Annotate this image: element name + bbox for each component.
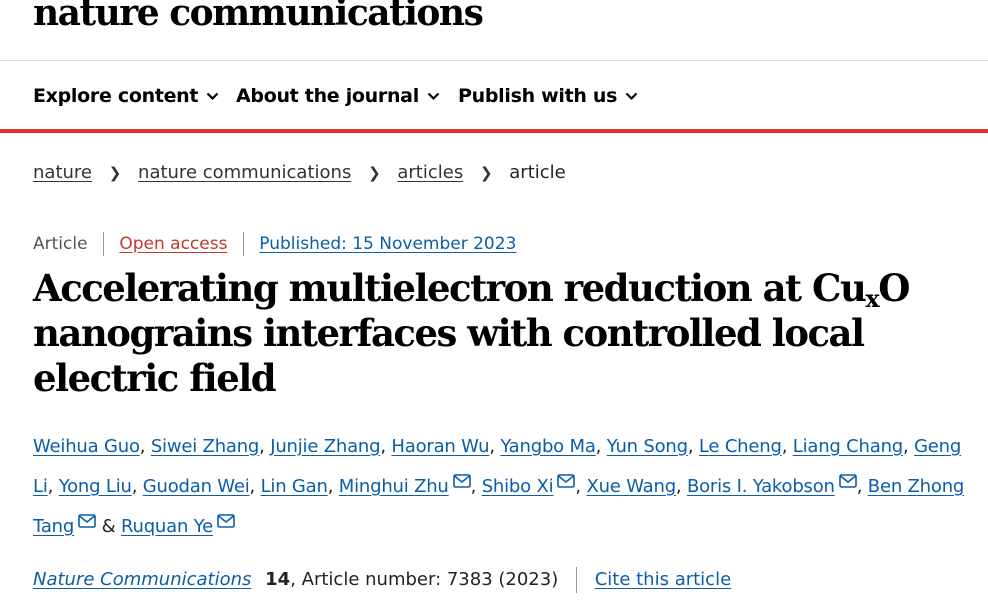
nav-label: About the journal	[236, 85, 419, 107]
nav-label: Publish with us	[458, 85, 618, 107]
author-separator: ,	[903, 436, 915, 457]
chevron-right-icon: ❯	[479, 164, 493, 182]
meta-divider	[242, 232, 244, 256]
nav-label: Explore content	[33, 85, 199, 107]
title-part1: Accelerating multielectron reduction at …	[33, 266, 867, 310]
site-header: nature communications Explore content Ab…	[0, 0, 988, 133]
citation-divider	[575, 567, 577, 593]
author-link[interactable]: Le Cheng	[699, 436, 782, 457]
author-separator: ,	[595, 436, 607, 457]
author-link[interactable]: Lin Gan	[261, 476, 328, 497]
envelope-icon[interactable]	[452, 474, 471, 488]
author-separator: &	[96, 516, 121, 537]
published-date-link[interactable]: Published: 15 November 2023	[259, 234, 516, 254]
author-link[interactable]: Yong Liu	[59, 476, 132, 497]
article-title: Accelerating multielectron reduction at …	[33, 266, 963, 401]
chevron-down-icon	[206, 92, 219, 101]
title-subscript: x	[865, 284, 879, 313]
author-separator: ,	[781, 436, 793, 457]
author-link[interactable]: Haoran Wu	[391, 436, 489, 457]
site-logo[interactable]: nature communications	[33, 0, 484, 34]
envelope-icon[interactable]	[217, 514, 235, 528]
author-separator: ,	[47, 476, 59, 497]
author-link[interactable]: Weihua Guo	[33, 436, 140, 457]
nav-publish-with-us[interactable]: Publish with us	[458, 85, 638, 107]
envelope-icon[interactable]	[838, 474, 857, 488]
breadcrumb-nature-communications[interactable]: nature communications	[138, 162, 351, 183]
envelope-icon[interactable]	[557, 474, 576, 488]
article-type: Article	[33, 234, 88, 254]
article-meta: Article Open access Published: 15 Novemb…	[33, 232, 516, 256]
chevron-right-icon: ❯	[368, 164, 381, 182]
breadcrumb: nature ❯ nature communications ❯ article…	[33, 162, 566, 183]
nav-about-the-journal[interactable]: About the journal	[236, 85, 440, 107]
breadcrumb-articles[interactable]: articles	[397, 162, 463, 183]
author-separator: ,	[489, 436, 501, 457]
author-separator: ,	[249, 476, 261, 497]
author-link[interactable]: Ruquan Ye	[121, 516, 213, 537]
author-separator: ,	[139, 436, 151, 457]
author-link[interactable]: Shibo Xi	[482, 476, 554, 497]
author-link[interactable]: Boris I. Yakobson	[687, 476, 835, 497]
author-link[interactable]: Yangbo Ma	[500, 436, 596, 457]
author-separator: ,	[131, 476, 143, 497]
author-link[interactable]: Yun Song	[607, 436, 688, 457]
author-separator: ,	[687, 436, 699, 457]
main-nav: Explore content About the journal Publis…	[0, 61, 988, 133]
author-link[interactable]: Xue Wang	[586, 476, 676, 497]
breadcrumb-current: article	[509, 162, 566, 183]
volume-number: 14	[265, 569, 291, 590]
article-number: , Article number: 7383 (2023)	[290, 569, 559, 590]
author-separator: ,	[327, 476, 339, 497]
journal-link[interactable]: Nature Communications	[33, 569, 251, 590]
citation-line: Nature Communications 14, Article number…	[33, 567, 731, 593]
author-link[interactable]: Junjie Zhang	[270, 436, 380, 457]
open-access-link[interactable]: Open access	[119, 234, 227, 254]
meta-divider	[102, 232, 104, 256]
author-separator: ,	[259, 436, 271, 457]
chevron-down-icon	[625, 92, 638, 101]
author-separator: ,	[675, 476, 687, 497]
nav-explore-content[interactable]: Explore content	[33, 85, 219, 107]
logo-bar: nature communications	[0, 0, 988, 61]
author-separator: ,	[470, 476, 482, 497]
author-link[interactable]: Minghui Zhu	[339, 476, 449, 497]
author-link[interactable]: Guodan Wei	[143, 476, 250, 497]
chevron-right-icon: ❯	[108, 164, 122, 182]
author-separator: ,	[380, 436, 392, 457]
breadcrumb-nature[interactable]: nature	[33, 162, 92, 183]
author-separator: ,	[856, 476, 868, 497]
chevron-down-icon	[427, 92, 440, 101]
author-list: Weihua Guo, Siwei Zhang, Junjie Zhang, H…	[33, 427, 978, 547]
author-link[interactable]: Liang Chang	[793, 436, 903, 457]
envelope-icon[interactable]	[78, 514, 96, 528]
author-separator: ,	[575, 476, 587, 497]
cite-this-article-link[interactable]: Cite this article	[595, 569, 731, 590]
author-link[interactable]: Siwei Zhang	[151, 436, 260, 457]
